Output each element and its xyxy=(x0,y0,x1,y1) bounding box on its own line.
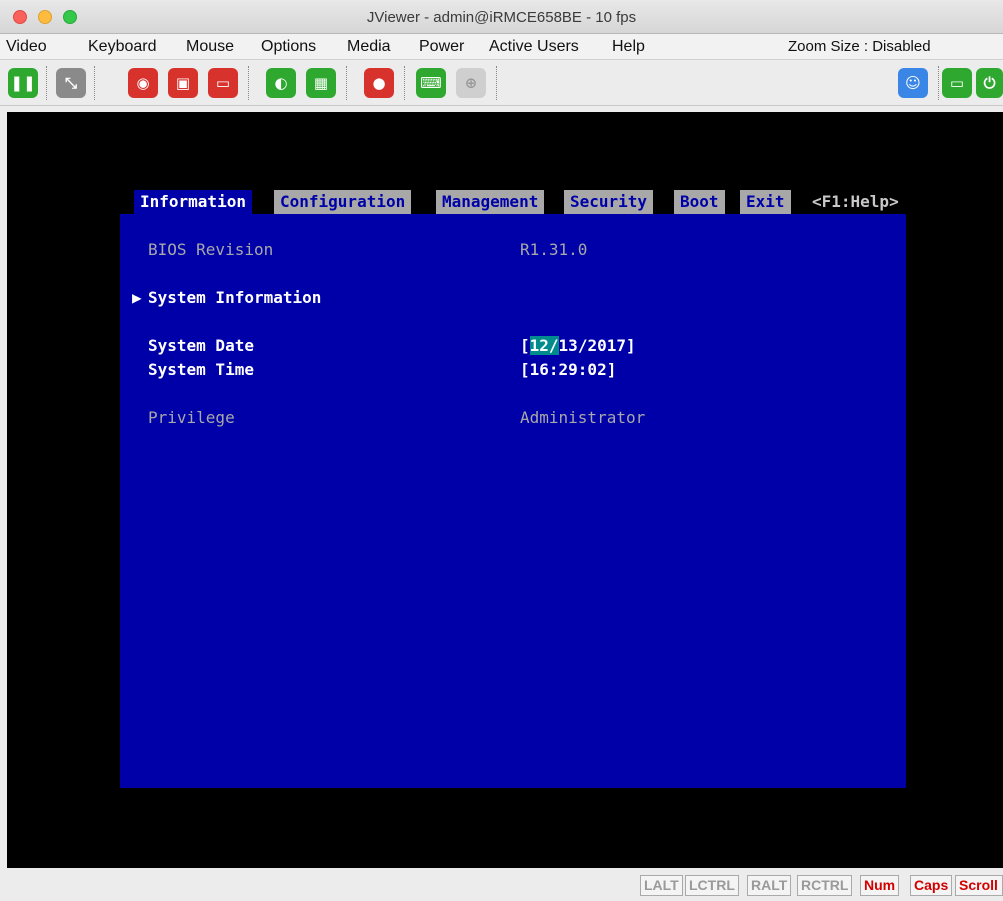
zoom-icon[interactable]: ⊕ xyxy=(456,68,486,98)
system-date-label: System Date xyxy=(148,336,254,355)
toolbar-separator xyxy=(94,66,95,100)
toolbar-separator xyxy=(248,66,249,100)
window-title: JViewer - admin@iRMCE658BE - 10 fps xyxy=(366,9,637,26)
system-date-bracket: [ xyxy=(520,336,530,355)
lctrl-key[interactable]: LCTRL xyxy=(685,875,739,896)
menu-video[interactable]: Video xyxy=(6,38,47,56)
cd-icon[interactable]: ◉ xyxy=(128,68,158,98)
toolbar-separator xyxy=(404,66,405,100)
mouse-icon[interactable]: ◐ xyxy=(266,68,296,98)
menu-options[interactable]: Options xyxy=(261,38,316,56)
floppy-icon[interactable]: ▣ xyxy=(168,68,198,98)
keyboard-icon[interactable]: ▦ xyxy=(306,68,336,98)
record-icon[interactable]: ● xyxy=(364,68,394,98)
num-lock-indicator: Num xyxy=(860,875,900,896)
remote-screen[interactable]: Information Configuration Management Sec… xyxy=(7,112,1003,868)
title-bar: JViewer - admin@iRMCE658BE - 10 fps xyxy=(0,0,1003,34)
ralt-key[interactable]: RALT xyxy=(747,875,792,896)
rctrl-key[interactable]: RCTRL xyxy=(797,875,853,896)
system-date-remaining: 13/2017] xyxy=(558,336,636,355)
toolbar-separator xyxy=(46,66,47,100)
menu-active-users[interactable]: Active Users xyxy=(489,38,579,56)
harddisk-icon[interactable]: ▭ xyxy=(208,68,238,98)
tab-information[interactable]: Information xyxy=(134,190,252,214)
status-bar: LALT LCTRL RALT RCTRL Num Caps Scroll xyxy=(0,868,1003,901)
fullscreen-icon[interactable]: ⤡ xyxy=(56,68,86,98)
toolbar-separator xyxy=(938,66,939,100)
menu-help[interactable]: Help xyxy=(612,38,645,56)
menu-media[interactable]: Media xyxy=(347,38,391,56)
toolbar-separator xyxy=(496,66,497,100)
privilege-label: Privilege xyxy=(148,408,235,427)
zoom-size-label: Zoom Size : Disabled xyxy=(788,38,931,55)
pause-icon[interactable]: ❚❚ xyxy=(8,68,38,98)
bios-revision-label: BIOS Revision xyxy=(148,240,274,259)
menu-keyboard[interactable]: Keyboard xyxy=(88,38,157,56)
menu-mouse[interactable]: Mouse xyxy=(186,38,234,56)
jviewer-window: JViewer - admin@iRMCE658BE - 10 fps Vide… xyxy=(0,0,1003,901)
system-date-selected-segment[interactable]: 12/ xyxy=(529,336,559,355)
menu-bar: Video Keyboard Mouse Options Media Power… xyxy=(0,34,1003,60)
system-time-label: System Time xyxy=(148,360,254,379)
bios-revision-value: R1.31.0 xyxy=(520,240,588,259)
scroll-lock-indicator: Scroll xyxy=(955,875,1003,896)
tab-boot[interactable]: Boot xyxy=(674,190,725,214)
tab-configuration[interactable]: Configuration xyxy=(274,190,412,214)
system-time-field[interactable]: [16:29:02] xyxy=(520,360,616,380)
bios-setup-panel: Information Configuration Management Sec… xyxy=(120,190,906,788)
host-display-icon[interactable]: ▭ xyxy=(942,68,972,98)
lalt-key[interactable]: LALT xyxy=(640,875,683,896)
soft-keyboard-icon[interactable]: ⌨ xyxy=(416,68,446,98)
toolbar-separator xyxy=(346,66,347,100)
users-icon[interactable]: ☺ xyxy=(898,68,928,98)
bios-tab-bar: Information Configuration Management Sec… xyxy=(120,190,906,214)
help-hint: <F1:Help> xyxy=(812,192,899,211)
power-icon[interactable]: ⏻ xyxy=(976,68,1003,98)
tab-security[interactable]: Security xyxy=(564,190,654,214)
tab-management[interactable]: Management xyxy=(436,190,545,214)
system-information-arrow-icon: ▶ xyxy=(132,288,142,307)
toolbar: ❚❚ ⤡ ◉ ▣ ▭ ◐ ▦ ● ⌨ ⊕ ☺ ▭ ⏻ xyxy=(0,60,1003,106)
tab-exit[interactable]: Exit xyxy=(740,190,791,214)
privilege-value: Administrator xyxy=(520,408,646,427)
system-information-item[interactable]: System Information xyxy=(148,288,321,308)
system-date-field[interactable]: [12/13/2017] xyxy=(520,336,636,356)
menu-power[interactable]: Power xyxy=(419,38,464,56)
caps-lock-indicator: Caps xyxy=(910,875,953,896)
